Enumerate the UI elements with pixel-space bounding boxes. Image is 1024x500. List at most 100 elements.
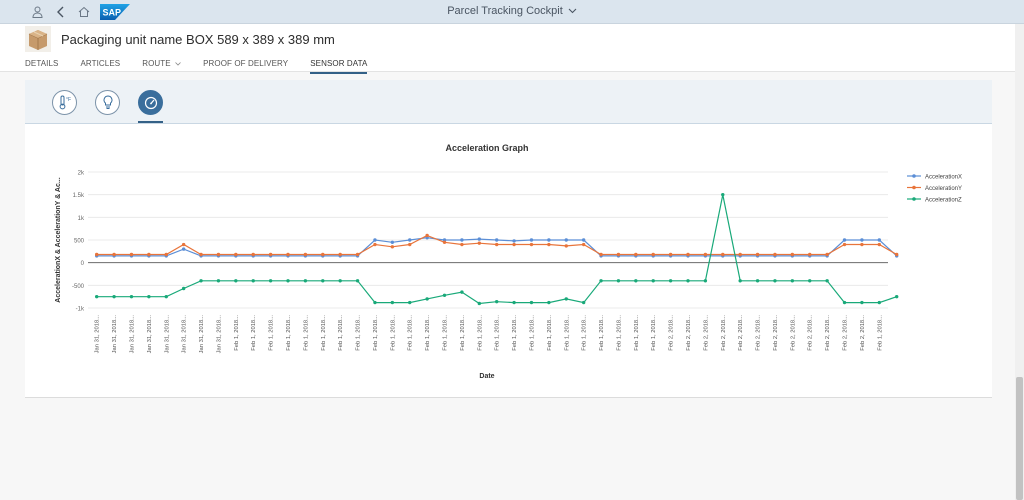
x-tick-label: Feb 1, 2018...	[303, 315, 309, 351]
legend-marker	[912, 185, 916, 190]
tab-articles[interactable]: ARTICLES	[80, 59, 120, 72]
y-tick-label: 1.5k	[73, 193, 85, 199]
data-point	[147, 294, 151, 299]
x-tick-label: Feb 1, 2018...	[443, 315, 449, 351]
tab-label: ROUTE	[142, 59, 171, 68]
data-point	[773, 252, 777, 257]
temperature-tab[interactable]: °F	[52, 90, 77, 115]
data-point	[494, 238, 499, 242]
data-point	[860, 242, 864, 247]
data-point	[651, 252, 655, 257]
app-title-container: Parcel Tracking Cockpit	[0, 5, 1024, 17]
x-tick-label: Feb 1, 2018...	[373, 315, 379, 351]
tab-proof-of-delivery[interactable]: PROOF OF DELIVERY	[203, 59, 288, 72]
tab-label: PROOF OF DELIVERY	[203, 59, 289, 68]
data-point	[408, 238, 412, 242]
data-point	[651, 279, 655, 283]
data-point	[164, 294, 168, 299]
tab-sensor-data[interactable]: SENSOR DATA	[310, 59, 368, 74]
data-point	[129, 294, 134, 299]
data-point	[338, 279, 342, 283]
y-tick-label: -1k	[76, 307, 85, 313]
data-point	[181, 247, 186, 251]
data-point	[303, 279, 308, 283]
data-point	[581, 300, 586, 305]
x-tick-label: Feb 1, 2018...	[877, 315, 883, 351]
data-point	[408, 300, 412, 305]
y-tick-label: 2k	[78, 171, 85, 177]
data-point	[442, 293, 447, 298]
data-point	[564, 238, 568, 242]
tab-details[interactable]: DETAILS	[25, 59, 58, 72]
data-point	[703, 279, 708, 283]
series-line-accelerationz	[96, 194, 897, 305]
data-point	[373, 300, 377, 305]
data-point	[181, 286, 186, 291]
data-point	[390, 300, 395, 305]
x-tick-label: Feb 1, 2018...	[251, 315, 257, 351]
data-point	[425, 233, 429, 238]
x-tick-label: Feb 2, 2018...	[808, 315, 814, 351]
legend-marker	[912, 174, 916, 178]
x-tick-label: Jan 31, 2018...	[199, 315, 205, 354]
scrollbar-thumb[interactable]	[1016, 377, 1023, 500]
data-point	[286, 252, 290, 257]
x-tick-label: Feb 1, 2018...	[582, 315, 588, 351]
x-tick-label: Jan 31, 2018...	[182, 315, 188, 354]
y-tick-label: 500	[74, 239, 85, 245]
data-point	[755, 252, 760, 257]
data-point	[251, 279, 255, 283]
x-tick-label: Feb 1, 2018...	[634, 315, 640, 351]
x-tick-label: Jan 31, 2018...	[95, 315, 101, 354]
data-point	[286, 279, 290, 283]
data-point	[408, 242, 412, 247]
x-tick-label: Jan 31, 2018...	[112, 315, 118, 354]
x-tick-label: Feb 1, 2018...	[425, 315, 431, 351]
data-point	[373, 238, 377, 242]
data-point	[599, 279, 603, 283]
tab-route[interactable]: ROUTE	[142, 59, 181, 72]
data-point	[199, 279, 203, 283]
acceleration-tab[interactable]	[138, 90, 163, 115]
sensor-data-panel: °F Acceleration Graph 2k 1.5k 1k 500 0 -500 -1k…	[25, 80, 992, 398]
data-point	[877, 300, 882, 305]
data-point	[634, 252, 638, 257]
data-point	[268, 279, 273, 283]
data-point	[547, 242, 551, 247]
x-tick-label: Feb 1, 2018...	[651, 315, 657, 351]
data-point	[216, 279, 221, 283]
tab-label: DETAILS	[25, 59, 59, 68]
data-point	[721, 252, 725, 257]
x-tick-label: Feb 2, 2018...	[790, 315, 796, 351]
light-tab[interactable]	[95, 90, 120, 115]
data-point	[581, 238, 586, 242]
data-point	[616, 252, 621, 257]
data-point	[529, 238, 534, 242]
data-point	[181, 242, 186, 247]
data-point	[825, 252, 829, 257]
legend-label: AccelerationZ	[925, 197, 962, 203]
data-point	[686, 279, 690, 283]
x-tick-label: Feb 2, 2018...	[738, 315, 744, 351]
x-tick-label: Feb 1, 2018...	[477, 315, 483, 351]
tab-label: SENSOR DATA	[310, 59, 368, 68]
data-point	[460, 242, 464, 247]
data-point	[425, 297, 429, 301]
x-tick-label: Feb 1, 2018...	[234, 315, 240, 351]
acceleration-chart: Acceleration Graph 2k 1.5k 1k 500 0 -500 -1k Acc…	[55, 143, 962, 380]
data-point	[547, 238, 551, 242]
y-tick-label: 0	[81, 261, 85, 267]
object-header: Packaging unit name BOX 589 x 389 x 389 …	[0, 24, 1024, 74]
selected-tab-indicator	[138, 121, 163, 123]
data-point	[199, 252, 203, 257]
legend-label: AccelerationY	[925, 186, 962, 192]
data-point	[112, 252, 116, 257]
x-tick-label: Jan 31, 2018...	[129, 315, 135, 354]
data-point	[668, 279, 673, 283]
data-point	[790, 279, 795, 283]
app-title-menu[interactable]: Parcel Tracking Cockpit	[447, 5, 577, 17]
data-point	[94, 294, 99, 299]
data-point	[738, 279, 742, 283]
data-point	[512, 242, 516, 247]
data-point	[460, 290, 464, 294]
